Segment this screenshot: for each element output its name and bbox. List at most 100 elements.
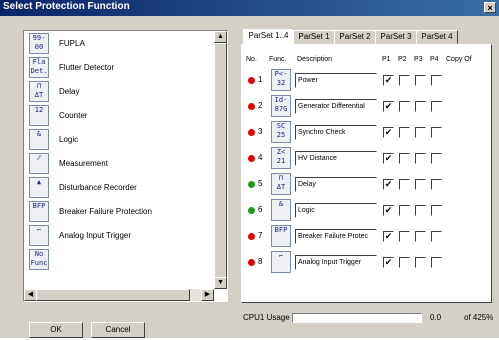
parset-p4-checkbox[interactable] <box>431 101 442 112</box>
function-list-item[interactable]: 99- 00 FUPLA <box>29 33 214 57</box>
status-dot-icon <box>248 77 255 84</box>
table-row[interactable]: 6 & Logic ✔ <box>245 198 485 222</box>
parset-p3-checkbox[interactable] <box>415 205 426 216</box>
description-field[interactable]: Logic <box>295 203 377 218</box>
disturbance-recorder-icon: ▲ <box>29 177 49 198</box>
flutter-detector-icon: Fla Det. <box>29 57 49 78</box>
no-function-icon: No Func <box>29 249 49 270</box>
parset-p3-checkbox[interactable] <box>415 127 426 138</box>
function-list-vertical-scrollbar[interactable]: ▲ ▼ <box>214 31 227 289</box>
status-dot-icon <box>248 129 255 136</box>
parset-p4-checkbox[interactable] <box>431 231 442 242</box>
tab-parset-2[interactable]: ParSet 2 <box>334 30 376 44</box>
parset-p1-checkbox[interactable]: ✔ <box>383 101 394 112</box>
function-list-item[interactable]: & Logic <box>29 129 214 153</box>
parset-p1-checkbox[interactable]: ✔ <box>383 127 394 138</box>
parset-p2-checkbox[interactable] <box>399 75 410 86</box>
parset-p4-checkbox[interactable] <box>431 179 442 190</box>
table-row[interactable]: 3 SC 25 Synchro Check ✔ <box>245 120 485 144</box>
parset-p4-checkbox[interactable] <box>431 153 442 164</box>
parset-p1-checkbox[interactable]: ✔ <box>383 205 394 216</box>
function-list-horizontal-scrollbar[interactable]: ◀ ▶ <box>24 289 214 301</box>
parset-p2-checkbox[interactable] <box>399 153 410 164</box>
function-list-item[interactable]: ⌐ Analog Input Trigger <box>29 225 214 249</box>
function-list-item[interactable]: ▲ Disturbance Recorder <box>29 177 214 201</box>
parset-p2-checkbox[interactable] <box>399 127 410 138</box>
scroll-down-arrow-icon[interactable]: ▼ <box>214 277 227 289</box>
parset-p3-checkbox[interactable] <box>415 153 426 164</box>
description-field[interactable]: Delay <box>295 177 377 192</box>
scroll-thumb[interactable] <box>214 43 227 279</box>
column-header-copy-of: Copy Of <box>446 56 472 63</box>
parset-p2-checkbox[interactable] <box>399 231 410 242</box>
column-header-description: Description <box>297 56 333 63</box>
column-header-p3: P3 <box>414 56 423 63</box>
description-field[interactable]: Analog Input Trigger <box>295 255 377 270</box>
parset-p1-checkbox[interactable]: ✔ <box>383 231 394 242</box>
breaker-failure-icon[interactable]: BFP <box>271 225 291 247</box>
delay-icon: ⊓ ΔT <box>29 81 49 102</box>
table-row[interactable]: 2 Id- 87G Generator Differential ✔ <box>245 94 485 118</box>
close-button[interactable]: × <box>484 2 496 13</box>
breaker-failure-icon: BFP <box>29 201 49 222</box>
parset-p1-checkbox[interactable]: ✔ <box>383 257 394 268</box>
function-list-item[interactable]: ⊓ ΔT Delay <box>29 81 214 105</box>
horizontal-scroll-thumb[interactable] <box>36 289 190 301</box>
parset-p4-checkbox[interactable] <box>431 205 442 216</box>
synchro-check-icon[interactable]: SC 25 <box>271 121 291 143</box>
parset-p1-checkbox[interactable]: ✔ <box>383 179 394 190</box>
parset-p4-checkbox[interactable] <box>431 75 442 86</box>
tab-parset-4[interactable]: ParSet 4 <box>416 30 458 44</box>
analog-input-trigger-icon[interactable]: ⌐ <box>271 251 291 273</box>
tab-parset-3[interactable]: ParSet 3 <box>375 30 417 44</box>
cpu-usage-max: of 425% <box>464 313 494 322</box>
hv-distance-icon[interactable]: Z< 21 <box>271 147 291 169</box>
table-row[interactable]: 8 ⌐ Analog Input Trigger ✔ <box>245 250 485 274</box>
scroll-right-arrow-icon[interactable]: ▶ <box>201 289 214 301</box>
power-icon[interactable]: P<- 32 <box>271 69 291 91</box>
parset-p2-checkbox[interactable] <box>399 179 410 190</box>
scroll-up-arrow-icon[interactable]: ▲ <box>214 31 227 43</box>
delay-icon[interactable]: ⊓ ΔT <box>271 173 291 195</box>
function-list-item[interactable]: No Func <box>29 249 214 273</box>
generator-differential-icon[interactable]: Id- 87G <box>271 95 291 117</box>
parset-p3-checkbox[interactable] <box>415 179 426 190</box>
cpu-usage-label: CPU1 Usage <box>243 313 290 322</box>
description-field[interactable]: Breaker Failure Protec <box>295 229 377 244</box>
description-field[interactable]: Power <box>295 73 377 88</box>
table-row[interactable]: 1 P<- 32 Power ✔ <box>245 68 485 92</box>
cancel-button[interactable]: Cancel <box>91 322 145 338</box>
title-bar[interactable]: Select Protection Function × <box>0 0 499 16</box>
logic-icon[interactable]: & <box>271 199 291 221</box>
parset-p2-checkbox[interactable] <box>399 205 410 216</box>
function-list-item-label: Analog Input Trigger <box>59 231 132 240</box>
ok-button[interactable]: OK <box>29 322 83 338</box>
description-field[interactable]: HV Distance <box>295 151 377 166</box>
parset-p1-checkbox[interactable]: ✔ <box>383 153 394 164</box>
function-list-item-label: Flutter Detector <box>59 63 115 72</box>
parset-p3-checkbox[interactable] <box>415 257 426 268</box>
table-row[interactable]: 5 ⊓ ΔT Delay ✔ <box>245 172 485 196</box>
parset-p3-checkbox[interactable] <box>415 101 426 112</box>
function-list-item-label: Counter <box>59 111 88 120</box>
parset-p2-checkbox[interactable] <box>399 101 410 112</box>
function-list-item[interactable]: ⁄⁄ Measurement <box>29 153 214 177</box>
parset-p2-checkbox[interactable] <box>399 257 410 268</box>
function-list-item-label: Logic <box>59 135 79 144</box>
parset-p4-checkbox[interactable] <box>431 127 442 138</box>
table-row[interactable]: 7 BFP Breaker Failure Protec ✔ <box>245 224 485 248</box>
cpu-usage-bar <box>292 313 422 323</box>
tab-parset-1-4[interactable]: ParSet 1..4 <box>243 29 294 45</box>
parset-p3-checkbox[interactable] <box>415 75 426 86</box>
function-list-item[interactable]: Fla Det. Flutter Detector <box>29 57 214 81</box>
function-list-item[interactable]: BFP Breaker Failure Protection <box>29 201 214 225</box>
parset-p3-checkbox[interactable] <box>415 231 426 242</box>
function-list-item[interactable]: 12 Counter <box>29 105 214 129</box>
description-field[interactable]: Synchro Check <box>295 125 377 140</box>
tab-parset-1[interactable]: ParSet 1 <box>293 30 335 44</box>
parset-p4-checkbox[interactable] <box>431 257 442 268</box>
description-field[interactable]: Generator Differential <box>295 99 377 114</box>
table-row[interactable]: 4 Z< 21 HV Distance ✔ <box>245 146 485 170</box>
parset-p1-checkbox[interactable]: ✔ <box>383 75 394 86</box>
row-number: 6 <box>258 205 263 214</box>
